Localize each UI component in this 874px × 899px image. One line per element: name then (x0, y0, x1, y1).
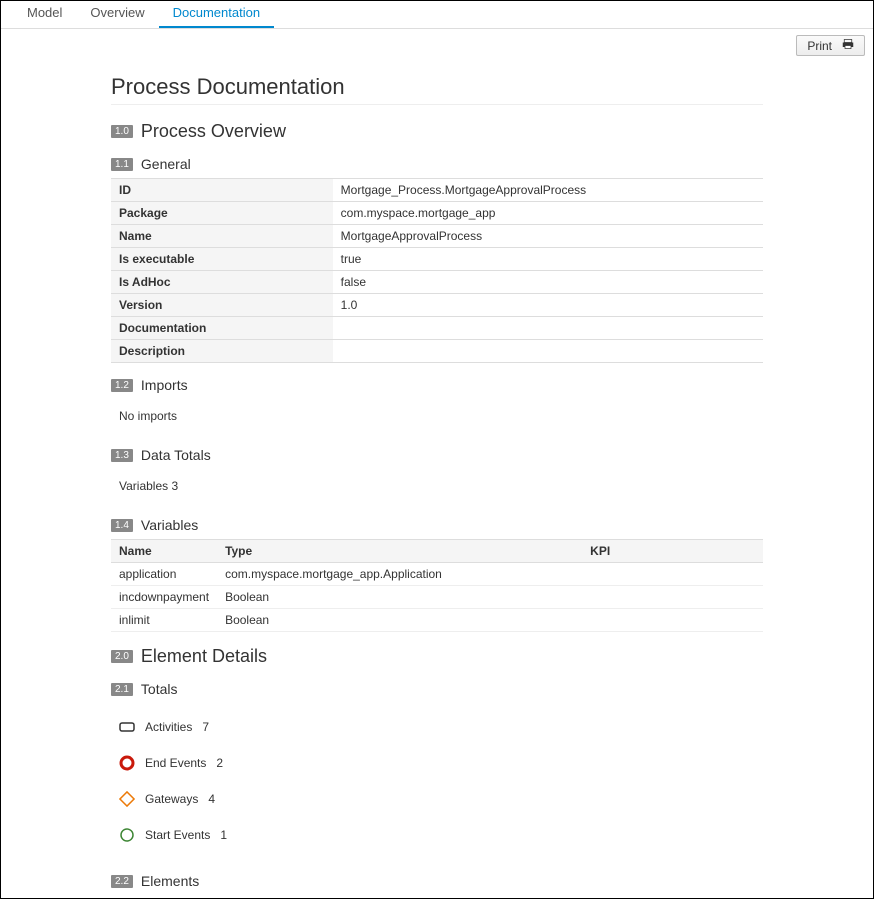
prop-label: Description (111, 340, 333, 363)
section-title: Imports (141, 377, 188, 393)
page-title: Process Documentation (111, 74, 763, 105)
prop-label: Version (111, 294, 333, 317)
var-kpi (582, 586, 763, 609)
section-number: 2.2 (111, 875, 133, 888)
var-name: application (111, 563, 217, 586)
print-icon (842, 38, 854, 53)
gateway-icon (119, 791, 135, 807)
section-title: Process Overview (141, 121, 286, 142)
total-start-events: Start Events 1 (111, 817, 763, 853)
prop-label: Name (111, 225, 333, 248)
end-event-icon (119, 755, 135, 771)
var-name: incdownpayment (111, 586, 217, 609)
total-gateways: Gateways 4 (111, 781, 763, 817)
section-number: 1.3 (111, 449, 133, 462)
var-type: Boolean (217, 609, 582, 632)
var-type: Boolean (217, 586, 582, 609)
data-totals-note: Variables 3 (111, 469, 763, 503)
var-kpi (582, 563, 763, 586)
prop-value (333, 317, 763, 340)
prop-label: Is AdHoc (111, 271, 333, 294)
var-name: inlimit (111, 609, 217, 632)
total-end-events: End Events 2 (111, 745, 763, 781)
var-kpi (582, 609, 763, 632)
prop-value: MortgageApprovalProcess (333, 225, 763, 248)
tab-model[interactable]: Model (13, 0, 76, 28)
prop-value: 1.0 (333, 294, 763, 317)
tab-overview[interactable]: Overview (76, 0, 158, 28)
total-activities: Activities 7 (111, 709, 763, 745)
section-title: Elements (141, 873, 199, 889)
section-process-overview: 1.0 Process Overview (111, 121, 763, 142)
tabs-bar: Model Overview Documentation (1, 1, 873, 29)
table-row: application com.myspace.mortgage_app.App… (111, 563, 763, 586)
section-number: 1.4 (111, 519, 133, 532)
total-count: 7 (202, 720, 209, 734)
total-label: Gateways (145, 792, 198, 806)
total-label: Activities (145, 720, 192, 734)
prop-value: Mortgage_Process.MortgageApprovalProcess (333, 179, 763, 202)
section-title: General (141, 156, 191, 172)
prop-value: com.myspace.mortgage_app (333, 202, 763, 225)
col-type: Type (217, 540, 582, 563)
print-button[interactable]: Print (796, 35, 865, 56)
start-event-icon (119, 827, 135, 843)
imports-note: No imports (111, 399, 763, 433)
total-label: Start Events (145, 828, 210, 842)
total-label: End Events (145, 756, 206, 770)
prop-label: ID (111, 179, 333, 202)
section-general: 1.1 General (111, 156, 763, 172)
prop-value (333, 340, 763, 363)
print-button-label: Print (807, 39, 832, 53)
section-number: 1.1 (111, 158, 133, 171)
section-title: Totals (141, 681, 178, 697)
section-number: 2.1 (111, 683, 133, 696)
prop-label: Is executable (111, 248, 333, 271)
section-number: 1.0 (111, 125, 133, 138)
total-count: 4 (208, 792, 215, 806)
variables-table: Name Type KPI application com.myspace.mo… (111, 539, 763, 632)
section-variables: 1.4 Variables (111, 517, 763, 533)
totals-list: Activities 7 End Events 2 Gateways 4 Sta… (111, 703, 763, 859)
table-row: incdownpayment Boolean (111, 586, 763, 609)
general-table: IDMortgage_Process.MortgageApprovalProce… (111, 178, 763, 363)
col-kpi: KPI (582, 540, 763, 563)
activity-icon (119, 719, 135, 735)
section-number: 2.0 (111, 650, 133, 663)
section-number: 1.2 (111, 379, 133, 392)
tab-documentation[interactable]: Documentation (159, 0, 274, 28)
section-title: Element Details (141, 646, 267, 667)
section-imports: 1.2 Imports (111, 377, 763, 393)
table-row: inlimit Boolean (111, 609, 763, 632)
col-name: Name (111, 540, 217, 563)
total-count: 1 (220, 828, 227, 842)
var-type: com.myspace.mortgage_app.Application (217, 563, 582, 586)
section-elements: 2.2 Elements (111, 873, 763, 889)
section-title: Data Totals (141, 447, 211, 463)
section-data-totals: 1.3 Data Totals (111, 447, 763, 463)
section-totals: 2.1 Totals (111, 681, 763, 697)
prop-value: true (333, 248, 763, 271)
prop-label: Package (111, 202, 333, 225)
section-element-details: 2.0 Element Details (111, 646, 763, 667)
total-count: 2 (216, 756, 223, 770)
content-area: Process Documentation 1.0 Process Overvi… (1, 56, 873, 889)
section-title: Variables (141, 517, 198, 533)
prop-label: Documentation (111, 317, 333, 340)
prop-value: false (333, 271, 763, 294)
toolbar: Print (1, 29, 873, 56)
